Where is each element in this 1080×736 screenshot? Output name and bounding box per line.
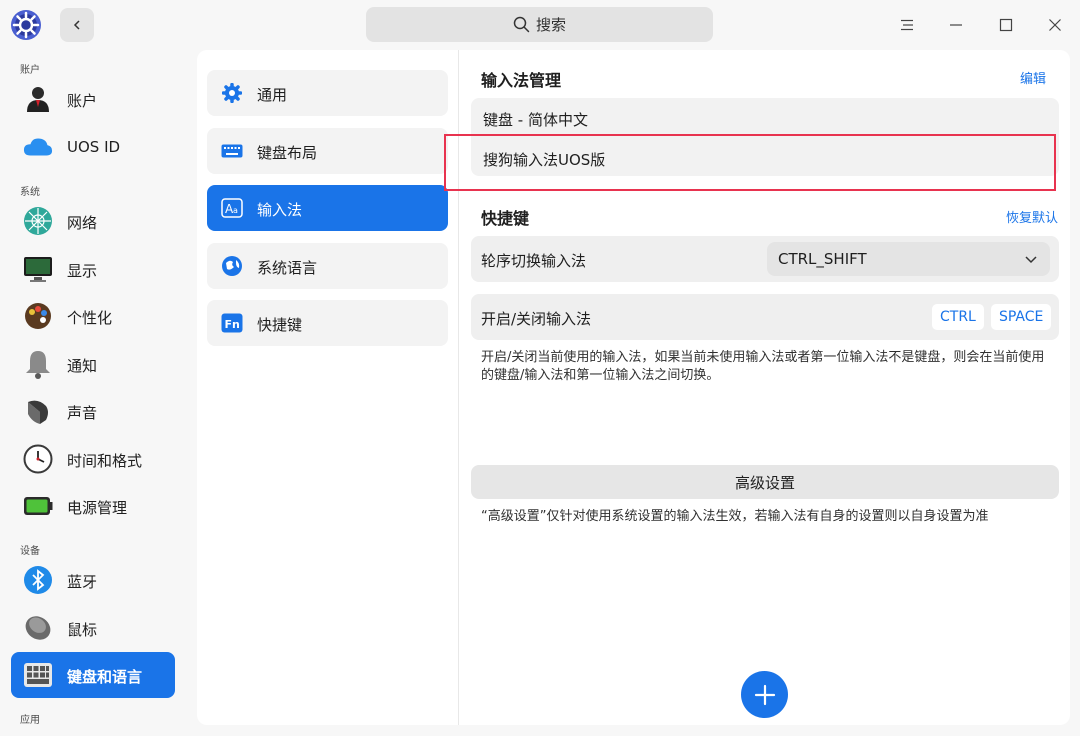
switch-im-dropdown[interactable]: CTRL_SHIFT xyxy=(767,242,1050,276)
speaker-icon xyxy=(23,396,53,426)
bluetooth-icon xyxy=(23,565,53,595)
advanced-settings-label: 高级设置 xyxy=(734,473,795,492)
highlight-box xyxy=(444,134,1056,191)
sidebar-item-label: 蓝牙 xyxy=(67,573,98,591)
subnav-item-label: 系统语言 xyxy=(257,259,318,277)
sidebar-item-label: 时间和格式 xyxy=(67,452,143,470)
subnav-item-shortcuts[interactable]: Fn 快捷键 xyxy=(207,300,448,346)
subnav-item-system-language[interactable]: 系统语言 xyxy=(207,243,448,289)
menu-button[interactable] xyxy=(894,12,920,38)
back-button[interactable] xyxy=(60,8,94,42)
minimize-button[interactable] xyxy=(943,12,969,38)
chevron-down-icon xyxy=(1025,256,1037,264)
menu-icon xyxy=(901,19,913,31)
reset-default-link[interactable]: 恢复默认 xyxy=(1006,207,1058,226)
sidebar-item-label: 账户 xyxy=(67,92,98,110)
sidebar-item-label: 通知 xyxy=(67,357,98,375)
sidebar-item-bluetooth[interactable]: 蓝牙 xyxy=(11,557,175,603)
sidebar-item-label: 电源管理 xyxy=(67,499,128,517)
plus-icon xyxy=(754,684,775,705)
sidebar-item-label: UOS ID xyxy=(67,138,121,156)
switch-im-value: CTRL_SHIFT xyxy=(778,250,867,268)
keyboard-icon xyxy=(23,660,53,690)
advanced-settings-button[interactable]: 高级设置 xyxy=(471,465,1059,499)
globe-icon xyxy=(221,255,243,277)
shortcuts-title: 快捷键 xyxy=(481,209,530,228)
toggle-im-label: 开启/关闭输入法 xyxy=(481,310,592,328)
input-method-icon: A a xyxy=(221,197,243,219)
search-placeholder: 搜索 xyxy=(535,16,566,34)
add-input-method-button[interactable] xyxy=(741,671,788,718)
edit-link[interactable]: 编辑 xyxy=(1020,68,1046,87)
minimize-icon xyxy=(950,24,962,26)
svg-text:Fn: Fn xyxy=(225,318,240,331)
switch-im-row: 轮序切换输入法 CTRL_SHIFT xyxy=(471,236,1059,282)
palette-icon xyxy=(23,301,53,331)
search-icon xyxy=(513,16,530,33)
bell-icon xyxy=(23,349,53,379)
sidebar-item-keyboard-language[interactable]: 键盘和语言 xyxy=(11,652,175,698)
cloud-icon xyxy=(23,132,53,162)
sidebar: 账户 账户 UOS ID 系统 网络 显示 个性化 通知 声音 时间和格式 电源… xyxy=(0,50,187,736)
group-label-device: 设备 xyxy=(20,546,40,557)
subnav-item-label: 通用 xyxy=(257,86,288,104)
sidebar-item-uos-id[interactable]: UOS ID xyxy=(11,124,175,170)
keyboard-layout-icon xyxy=(221,140,243,162)
subnav-item-input-method[interactable]: A a 输入法 xyxy=(207,185,448,231)
group-label-account: 账户 xyxy=(20,65,40,76)
sidebar-item-datetime[interactable]: 时间和格式 xyxy=(11,436,175,482)
sidebar-item-power[interactable]: 电源管理 xyxy=(11,483,175,529)
sidebar-item-label: 显示 xyxy=(67,262,98,280)
app-logo-icon xyxy=(10,9,42,41)
fn-key-icon: Fn xyxy=(221,312,243,334)
sidebar-item-label: 声音 xyxy=(67,404,98,422)
search-input[interactable]: 搜索 xyxy=(366,7,713,42)
advanced-settings-note: “高级设置”仅针对使用系统设置的输入法生效，若输入法有自身的设置则以自身设置为准 xyxy=(481,509,989,524)
close-button[interactable] xyxy=(1042,12,1068,38)
subnav-item-label: 输入法 xyxy=(257,201,303,219)
user-avatar-icon xyxy=(23,84,53,114)
subnav-item-keyboard-layout[interactable]: 键盘布局 xyxy=(207,128,448,174)
sidebar-item-label: 个性化 xyxy=(67,309,113,327)
toggle-im-row: 开启/关闭输入法 CTRL SPACE xyxy=(471,294,1059,340)
sidebar-item-sound[interactable]: 声音 xyxy=(11,388,175,434)
sidebar-item-network[interactable]: 网络 xyxy=(11,198,175,244)
maximize-icon xyxy=(999,18,1013,32)
group-label-app: 应用 xyxy=(20,715,40,726)
keycap-ctrl[interactable]: CTRL xyxy=(932,304,984,330)
sidebar-item-notification[interactable]: 通知 xyxy=(11,341,175,387)
clock-icon xyxy=(23,444,53,474)
switch-im-label: 轮序切换输入法 xyxy=(481,252,587,270)
input-method-item-keyboard[interactable]: 键盘 - 简体中文 xyxy=(483,109,588,130)
sidebar-item-label: 鼠标 xyxy=(67,621,98,639)
monitor-icon xyxy=(23,254,53,284)
subnav-item-label: 快捷键 xyxy=(257,316,303,334)
svg-text:a: a xyxy=(233,206,238,215)
sidebar-item-personalization[interactable]: 个性化 xyxy=(11,293,175,339)
sidebar-item-display[interactable]: 显示 xyxy=(11,246,175,292)
toggle-im-description: 开启/关闭当前使用的输入法，如果当前未使用输入法或者第一位输入法不是键盘，则会在… xyxy=(481,350,1045,383)
mouse-icon xyxy=(23,613,53,643)
sidebar-item-account[interactable]: 账户 xyxy=(11,76,175,122)
sidebar-item-label: 键盘和语言 xyxy=(67,668,143,686)
close-icon xyxy=(1049,19,1061,31)
back-icon xyxy=(73,20,80,30)
subnav-item-general[interactable]: 通用 xyxy=(207,70,448,116)
battery-icon xyxy=(23,491,53,521)
group-label-system: 系统 xyxy=(20,187,40,198)
sidebar-item-mouse[interactable]: 鼠标 xyxy=(11,605,175,651)
keycap-space[interactable]: SPACE xyxy=(991,304,1052,330)
sidebar-item-label: 网络 xyxy=(67,214,98,232)
subnav-item-label: 键盘布局 xyxy=(257,144,318,162)
im-management-title: 输入法管理 xyxy=(481,71,562,90)
title-bar: 搜索 xyxy=(0,0,1080,50)
gear-icon xyxy=(221,82,243,104)
network-icon xyxy=(23,206,53,236)
maximize-button[interactable] xyxy=(993,12,1019,38)
